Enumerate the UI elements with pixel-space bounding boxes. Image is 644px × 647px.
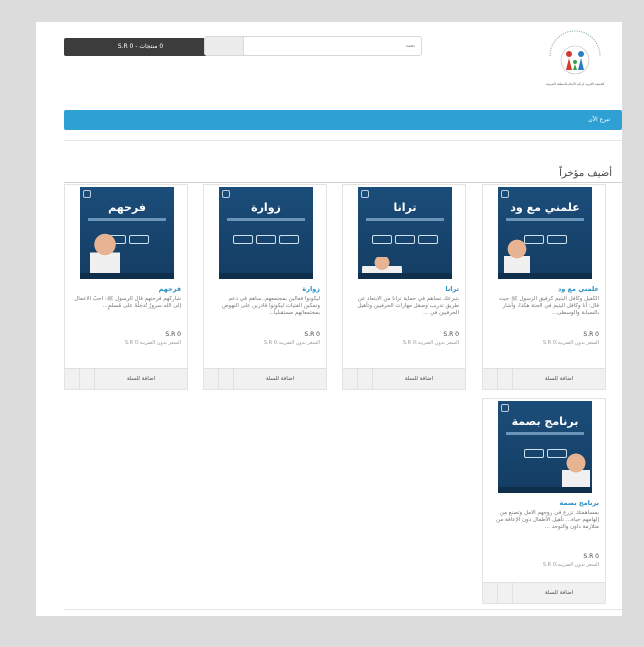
footer-divider (64, 609, 622, 610)
wishlist-icon[interactable] (483, 583, 498, 603)
product-card: زوارة زوارة ليكونوا فعالين بمجتمعهم..ساه… (203, 184, 327, 390)
search-button[interactable] (205, 37, 244, 55)
product-price: S.R 0 (165, 331, 181, 338)
product-image[interactable]: زوارة (219, 187, 313, 279)
product-card: ترانا ترانا بتبرعك تساهم في حماية ترانا … (342, 184, 466, 390)
price-note: السعر بدون الضريبة:S.R 0 (542, 562, 599, 568)
price-note: السعر بدون الضريبة:S.R 0 (402, 340, 459, 346)
thumb-title: برنامج بصمة (511, 415, 579, 428)
compare-icon[interactable] (219, 369, 234, 389)
product-price: S.R 0 (583, 553, 599, 560)
price-note: السعر بدون الضريبة:S.R 0 (263, 340, 320, 346)
price-note: السعر بدون الضريبة:S.R 0 (124, 340, 181, 346)
brand-badge-icon (361, 190, 369, 198)
price-note: السعر بدون الضريبة:S.R 0 (542, 340, 599, 346)
logo-emblem-icon (549, 30, 601, 75)
product-description: الكفيل وكافل اليتيم كرفيق الرسول ﷺ حيث ق… (498, 296, 599, 316)
wishlist-icon[interactable] (65, 369, 80, 389)
compare-icon[interactable] (498, 369, 513, 389)
product-price: S.R 0 (583, 331, 599, 338)
site-logo[interactable]: الجمعية الخيرية لرعاية الأيتام بالمنطقة … (536, 30, 614, 96)
thumb-title: فرحهم (108, 201, 146, 214)
thumb-title: علمني مع ود (510, 201, 580, 214)
wishlist-icon[interactable] (483, 369, 498, 389)
nav-donate-label: تبرع الآن (588, 116, 610, 123)
add-to-cart-button[interactable]: اضافة للسلة (513, 369, 605, 389)
product-name[interactable]: زوارة (302, 285, 320, 293)
product-card: برنامج بصمة برنامج بصمة بمساهمتك تزرع في… (482, 398, 606, 604)
brand-badge-icon (501, 190, 509, 198)
product-card: فرحهم فرحهم شاركهم فرحتهم قال الرسول ﷺ: … (64, 184, 188, 390)
brand-badge-icon (83, 190, 91, 198)
product-card: علمني مع ود علمني مع ود الكفيل وكافل الي… (482, 184, 606, 390)
thumb-title: زوارة (251, 201, 281, 214)
product-name[interactable]: علمني مع ود (558, 285, 599, 293)
brand-badge-icon (501, 404, 509, 412)
section-title: أضيف مؤخراً (559, 168, 612, 179)
compare-icon[interactable] (80, 369, 95, 389)
product-image[interactable]: فرحهم (80, 187, 174, 279)
cart-button[interactable]: 0 منتجات - S.R 0 (64, 38, 217, 56)
compare-icon[interactable] (498, 583, 513, 603)
card-actions: اضافة للسلة (483, 582, 605, 603)
product-name[interactable]: فرحهم (159, 285, 181, 293)
product-price: S.R 0 (304, 331, 320, 338)
logo-text: الجمعية الخيرية لرعاية الأيتام بالمنطقة … (545, 82, 605, 86)
wishlist-icon[interactable] (343, 369, 358, 389)
search-input[interactable] (245, 37, 419, 55)
brand-badge-icon (222, 190, 230, 198)
product-description: بتبرعك تساهم في حماية ترانا من الابتعاد … (357, 296, 459, 316)
card-actions: اضافة للسلة (204, 368, 326, 389)
add-to-cart-button[interactable]: اضافة للسلة (95, 369, 187, 389)
page-container: 0 منتجات - S.R 0 الجمعية الخيرية لرعاية … (36, 22, 622, 616)
cart-label: 0 منتجات - S.R 0 (117, 43, 164, 50)
wishlist-icon[interactable] (204, 369, 219, 389)
product-description: بمساهمتك تزرع في روحهم الأمل وتصنع من إل… (496, 510, 599, 530)
product-image[interactable]: برنامج بصمة (498, 401, 592, 493)
card-actions: اضافة للسلة (65, 368, 187, 389)
product-image[interactable]: علمني مع ود (498, 187, 592, 279)
product-name[interactable]: ترانا (445, 285, 459, 293)
product-image[interactable]: ترانا (358, 187, 452, 279)
section-divider (64, 182, 622, 183)
add-to-cart-button[interactable]: اضافة للسلة (234, 369, 326, 389)
divider (64, 140, 622, 141)
product-price: S.R 0 (443, 331, 459, 338)
compare-icon[interactable] (358, 369, 373, 389)
product-name[interactable]: برنامج بصمة (560, 499, 599, 507)
card-actions: اضافة للسلة (343, 368, 465, 389)
card-actions: اضافة للسلة (483, 368, 605, 389)
search-bar (204, 36, 422, 56)
add-to-cart-button[interactable]: اضافة للسلة (513, 583, 605, 603)
product-description: ليكونوا فعالين بمجتمعهم..ساهم في دعم وتم… (222, 296, 320, 316)
product-description: شاركهم فرحتهم قال الرسول ﷺ: أحبُّ الأعما… (74, 296, 181, 309)
nav-bar[interactable]: تبرع الآن (64, 110, 622, 130)
add-to-cart-button[interactable]: اضافة للسلة (373, 369, 465, 389)
thumb-title: ترانا (393, 201, 417, 214)
